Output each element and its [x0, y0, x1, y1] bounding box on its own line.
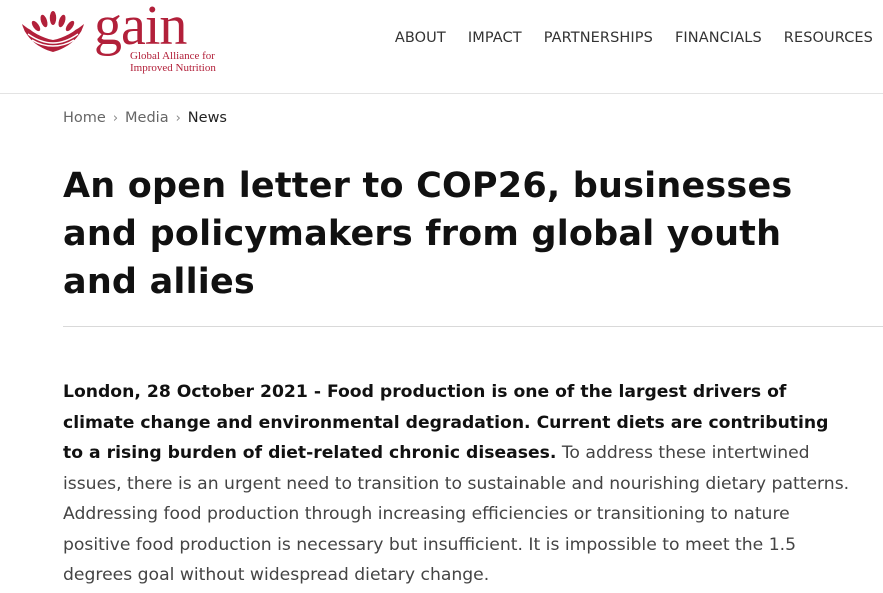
wheat-emblem-icon — [22, 11, 84, 52]
nav-item-resources[interactable]: RESOURCES — [784, 30, 873, 46]
gain-logo[interactable]: gain Global Alliance for Improved Nutrit… — [18, 0, 228, 78]
breadcrumb-news[interactable]: News — [188, 110, 227, 126]
site-header: gain Global Alliance for Improved Nutrit… — [0, 0, 883, 94]
article-body: London, 28 October 2021 - Food productio… — [63, 377, 853, 591]
breadcrumb-media[interactable]: Media — [125, 110, 169, 126]
logo-wordmark: gain — [94, 0, 187, 57]
logo-subtitle-line1: Global Alliance for — [130, 50, 215, 62]
nav-item-financials[interactable]: FINANCIALS — [675, 30, 762, 46]
nav-item-impact[interactable]: IMPACT — [468, 30, 522, 46]
nav-item-about[interactable]: ABOUT — [395, 30, 446, 46]
breadcrumb-home[interactable]: Home — [63, 110, 106, 126]
article-title: An open letter to COP26, businesses and … — [63, 166, 793, 302]
chevron-right-icon: › — [112, 110, 119, 126]
breadcrumb: Home › Media › News — [63, 110, 227, 126]
nav-item-partnerships[interactable]: PARTNERSHIPS — [544, 30, 653, 46]
chevron-right-icon: › — [175, 110, 181, 126]
main-nav: ABOUT IMPACT PARTNERSHIPS FINANCIALS RES… — [373, 30, 873, 46]
title-divider — [63, 326, 883, 327]
logo-subtitle-line2: Improved Nutrition — [130, 62, 216, 74]
logo-subtitle: Global Alliance for Improved Nutrition — [130, 50, 240, 74]
article-paragraph: To address these intertwined issues, the… — [63, 443, 850, 585]
